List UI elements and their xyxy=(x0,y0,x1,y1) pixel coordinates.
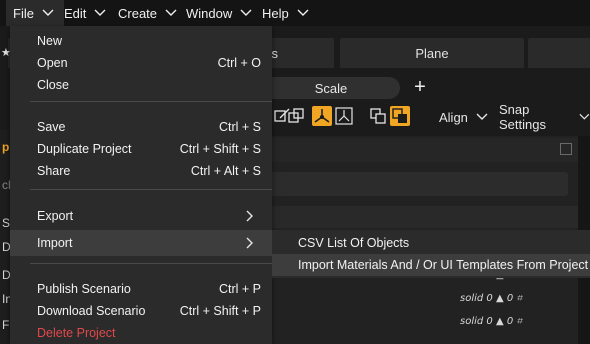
tab-label: Plane xyxy=(415,45,449,61)
menu-label: File xyxy=(13,5,34,21)
menu-item-label: Share xyxy=(37,164,71,178)
submenu-item-label: CSV List Of Objects xyxy=(298,236,410,250)
overlap-icon[interactable] xyxy=(390,106,410,126)
panel-toggle-checkbox[interactable] xyxy=(560,143,572,155)
chevron-down-icon xyxy=(297,9,309,16)
align-dropdown[interactable]: Align xyxy=(439,106,488,128)
pivot-tool-icon[interactable] xyxy=(312,106,332,126)
menu-item-open[interactable]: Open Ctrl + O xyxy=(10,52,272,74)
menu-item-download-scenario[interactable]: Download Scenario Ctrl + Shift + P xyxy=(10,300,272,322)
snap-settings-dropdown[interactable]: Snap Settings xyxy=(499,102,590,132)
menu-item-label: Delete Project xyxy=(37,326,116,340)
chevron-down-icon xyxy=(165,9,177,16)
menu-create[interactable]: Create xyxy=(118,0,177,26)
tab-extra[interactable] xyxy=(528,38,590,68)
submenu-item-csv-list[interactable]: CSV List Of Objects xyxy=(272,232,590,254)
left-panel-strip: p ch S D D In F xyxy=(0,130,15,344)
menu-item-label: Save xyxy=(37,120,66,134)
menu-item-import[interactable]: Import xyxy=(10,230,272,256)
scale-label: Scale xyxy=(314,80,348,96)
menu-item-label: Download Scenario xyxy=(37,304,146,318)
chevron-right-icon xyxy=(246,237,253,249)
menu-separator xyxy=(30,101,272,102)
submenu-item-label: Import Materials And / Or UI Templates F… xyxy=(298,258,589,272)
menu-item-label: Publish Scenario xyxy=(37,282,131,296)
menu-item-label: Import xyxy=(37,236,73,250)
panel-header xyxy=(270,138,578,162)
menu-label: Edit xyxy=(64,5,87,21)
chevron-down-icon xyxy=(42,9,54,16)
menu-item-label: Duplicate Project xyxy=(37,142,132,156)
file-dropdown-menu: New Open Ctrl + O Close Save Ctrl + S Du… xyxy=(10,26,272,344)
chevron-down-icon xyxy=(94,9,106,16)
left-panel-text: F xyxy=(2,318,10,332)
menu-label: Create xyxy=(118,5,158,21)
add-button[interactable]: + xyxy=(410,76,430,98)
menu-item-export[interactable]: Export xyxy=(10,205,272,227)
list-item[interactable]: solid 0 ▲ 0 ⌗ xyxy=(460,293,522,304)
snap-settings-label: Snap Settings xyxy=(499,102,546,132)
scale-mode-button[interactable]: Scale xyxy=(262,77,400,99)
menu-item-shortcut: Ctrl + Alt + S xyxy=(190,164,261,178)
left-panel-text: p xyxy=(2,140,10,154)
menu-item-label: Export xyxy=(37,209,74,223)
menu-window[interactable]: Window xyxy=(186,0,252,26)
menu-separator xyxy=(30,189,272,190)
menu-item-shortcut: Ctrl + P xyxy=(218,282,261,296)
resize-tool-icon[interactable] xyxy=(286,106,306,126)
menu-item-share[interactable]: Share Ctrl + Alt + S xyxy=(10,160,272,182)
menu-item-save[interactable]: Save Ctrl + S xyxy=(10,116,272,138)
menu-item-publish-scenario[interactable]: Publish Scenario Ctrl + P xyxy=(10,278,272,300)
menu-label: Window xyxy=(186,5,233,21)
menu-item-label: Open xyxy=(37,56,68,70)
menu-item-shortcut: Ctrl + O xyxy=(217,56,261,70)
panel-section-header xyxy=(270,206,578,228)
chevron-down-icon xyxy=(476,113,488,120)
list-item[interactable]: solid 0 ▲ 0 ⌗ xyxy=(460,316,522,327)
menu-item-shortcut: Ctrl + Shift + P xyxy=(179,304,261,318)
chevron-down-icon xyxy=(240,9,252,16)
bounds-icon[interactable] xyxy=(368,106,388,126)
menu-separator xyxy=(30,263,272,264)
left-panel-text: S xyxy=(2,216,11,230)
menu-item-label: Close xyxy=(37,78,69,92)
menu-item-delete-project[interactable]: Delete Project xyxy=(10,322,272,344)
menu-item-close[interactable]: Close xyxy=(10,74,272,96)
menu-item-new[interactable]: New xyxy=(10,30,272,52)
chevron-down-icon xyxy=(579,113,590,120)
local-axis-icon[interactable] xyxy=(334,106,354,126)
menu-file[interactable]: File xyxy=(13,0,54,26)
tab-plane[interactable]: Plane xyxy=(340,38,524,68)
menu-help[interactable]: Help xyxy=(262,0,309,26)
menu-item-shortcut: Ctrl + S xyxy=(218,120,261,134)
chevron-right-icon xyxy=(246,210,253,222)
menu-item-duplicate-project[interactable]: Duplicate Project Ctrl + Shift + S xyxy=(10,138,272,160)
import-submenu: CSV List Of Objects Import Materials And… xyxy=(272,230,590,278)
menu-edit[interactable]: Edit xyxy=(64,0,106,26)
panel-search-input[interactable] xyxy=(270,172,568,196)
submenu-item-import-materials[interactable]: Import Materials And / Or UI Templates F… xyxy=(272,254,590,276)
menu-item-shortcut: Ctrl + Shift + S xyxy=(179,142,261,156)
menu-item-label: New xyxy=(37,34,63,48)
align-label: Align xyxy=(439,109,468,125)
menu-label: Help xyxy=(262,5,289,21)
